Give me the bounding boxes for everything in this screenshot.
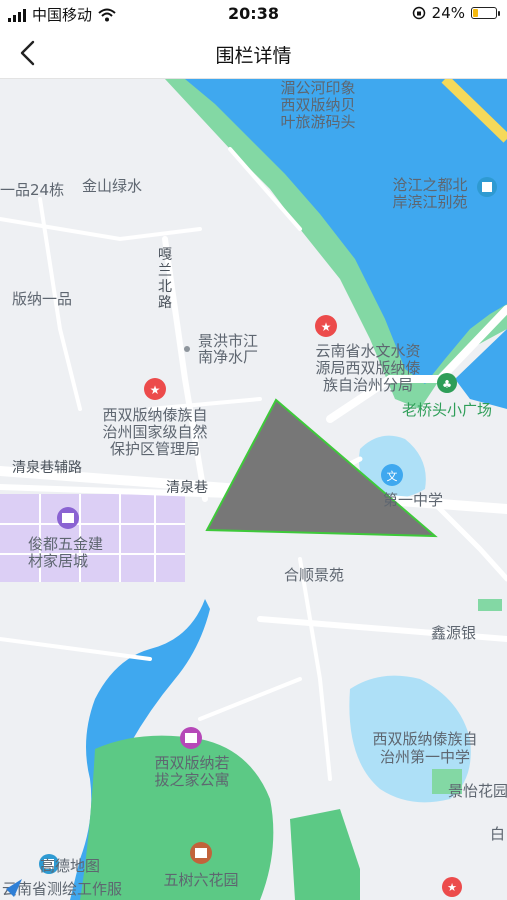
map-label: 白 bbox=[490, 825, 505, 843]
park-gate-poi-icon[interactable] bbox=[190, 842, 212, 864]
building-poi-icon[interactable] bbox=[477, 177, 497, 197]
map-label: 鑫源银 bbox=[431, 624, 476, 642]
svg-text:湄公河印象: 湄公河印象 bbox=[280, 79, 355, 97]
status-right: 24% bbox=[412, 4, 500, 22]
map-label: 云南省水文水资 bbox=[315, 342, 420, 360]
map-label: 合顺景苑 bbox=[284, 566, 344, 584]
map-canvas[interactable]: ★ ★ ♣ 文 ★ 湄公河印象 西双版纳贝 叶旅游码头 一品24栋 金山绿水 嘎… bbox=[0, 79, 507, 900]
nav-bar: 围栏详情 bbox=[0, 28, 507, 79]
road-label: 路 bbox=[158, 295, 172, 311]
poi-pin-icon[interactable]: ★ bbox=[144, 378, 166, 400]
map-label: 材家居城 bbox=[28, 552, 88, 570]
map-label: 治州国家级自然 bbox=[102, 423, 207, 441]
map-label: 俊都五金建 bbox=[28, 535, 103, 553]
orientation-lock-icon bbox=[412, 6, 425, 20]
map-label: 一品24栋 bbox=[0, 181, 64, 199]
map-label: 源局西双版纳傣 bbox=[315, 359, 420, 377]
road-label: 清泉巷辅路 bbox=[12, 459, 82, 476]
map-label: 叶旅游码头 bbox=[280, 113, 355, 131]
poi-pin-icon[interactable]: ★ bbox=[442, 877, 462, 897]
road-label: 兰 bbox=[158, 263, 172, 279]
map-label: 西双版纳若 bbox=[154, 754, 229, 772]
svg-text:★: ★ bbox=[447, 881, 457, 894]
map-label: 版纳一品 bbox=[12, 290, 72, 308]
battery-icon bbox=[471, 7, 500, 19]
map-label: 族自治州分局 bbox=[323, 376, 413, 394]
school-poi-icon[interactable]: 文 bbox=[381, 464, 403, 486]
map-label: 金山绿水 bbox=[82, 177, 142, 195]
map-label: 西双版纳贝 bbox=[280, 96, 355, 114]
page-title: 围栏详情 bbox=[215, 45, 292, 67]
road-label: 嘎 bbox=[158, 247, 172, 263]
map-label: 岸滨江别苑 bbox=[392, 193, 467, 211]
map-label: 五树六花园 bbox=[163, 871, 238, 889]
battery-percent: 24% bbox=[431, 4, 465, 22]
map-label: 西双版纳傣族自 bbox=[372, 730, 477, 748]
map-label: 保护区管理局 bbox=[110, 440, 200, 458]
map-view[interactable]: ★ ★ ♣ 文 ★ 湄公河印象 西双版纳贝 叶旅游码头 一品24栋 金山绿水 嘎… bbox=[0, 79, 507, 900]
map-label: 湄公河印象 bbox=[280, 79, 355, 97]
map-label: 景怡花园 bbox=[448, 782, 507, 800]
map-logo-text: 高德地图 bbox=[40, 857, 100, 875]
map-label: 沧江之都北 bbox=[392, 176, 467, 194]
map-label: 拔之家公寓 bbox=[154, 771, 229, 789]
park-poi-icon[interactable]: ♣ bbox=[437, 373, 457, 393]
road-label: 北 bbox=[158, 279, 172, 295]
water-plant-dot bbox=[184, 346, 190, 352]
svg-text:♣: ♣ bbox=[442, 378, 452, 391]
road-label: 清泉巷 bbox=[166, 479, 208, 496]
map-label: 老桥头小广场 bbox=[402, 401, 492, 419]
svg-text:文: 文 bbox=[387, 469, 398, 483]
green-patch bbox=[478, 599, 502, 611]
status-bar: 中国移动 20:38 24% bbox=[0, 0, 507, 28]
svg-text:★: ★ bbox=[150, 383, 161, 397]
map-label: 第一中学 bbox=[383, 491, 443, 509]
poi-pin-icon[interactable]: ★ bbox=[315, 315, 337, 337]
apartment-poi-icon[interactable] bbox=[180, 727, 202, 749]
map-label: 治州第一中学 bbox=[380, 748, 470, 766]
svg-text:西双版纳贝: 西双版纳贝 bbox=[280, 96, 355, 114]
map-label: 西双版纳傣族自 bbox=[102, 406, 207, 424]
svg-text:★: ★ bbox=[321, 320, 332, 334]
svg-text:叶旅游码头: 叶旅游码头 bbox=[280, 113, 355, 131]
shop-poi-icon[interactable] bbox=[57, 507, 79, 529]
map-label: 南净水厂 bbox=[198, 348, 258, 366]
